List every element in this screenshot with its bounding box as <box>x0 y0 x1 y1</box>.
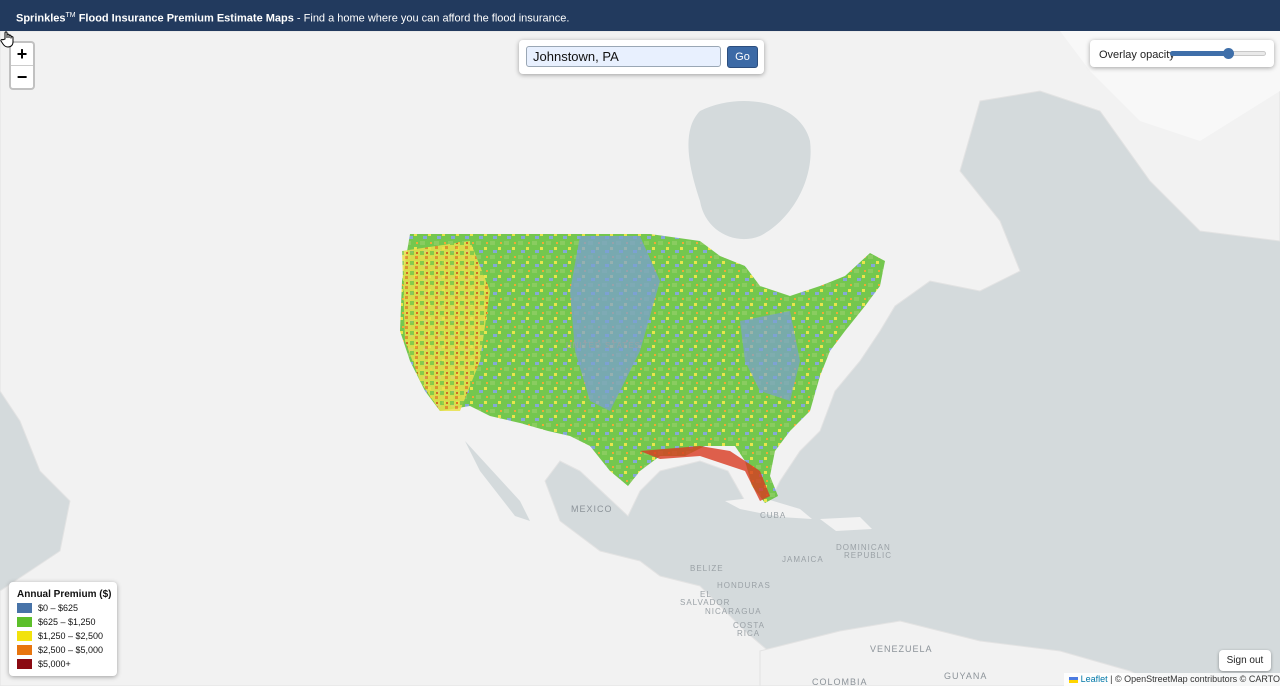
search-control: Go <box>519 40 764 74</box>
slider-fill <box>1170 51 1228 56</box>
app-title: Flood Insurance Premium Estimate Maps <box>75 12 294 25</box>
label-belize: BELIZE <box>690 564 724 573</box>
label-dominican-2: REPUBLIC <box>844 551 893 560</box>
leaflet-link[interactable]: Leaflet <box>1081 674 1108 684</box>
legend-label: $5,000+ <box>38 659 71 669</box>
legend-label: $625 – $1,250 <box>38 617 96 627</box>
legend-title: Annual Premium ($) <box>17 589 112 600</box>
label-honduras: HONDURAS <box>717 581 771 590</box>
label-united-states: UNITED STATES <box>566 341 641 350</box>
legend-item: $5,000+ <box>17 659 71 670</box>
legend-swatch <box>17 617 32 627</box>
app-tagline: - Find a home where you can afford the f… <box>293 12 570 25</box>
map-view[interactable]: UNITED STATES MEXICO CUBA JAMAICA DOMINI… <box>0 31 1280 686</box>
opacity-label: Overlay opacity <box>1099 49 1175 61</box>
label-jamaica: JAMAICA <box>782 555 824 564</box>
label-guyana: GUYANA <box>944 671 988 681</box>
zoom-out-button[interactable]: − <box>11 65 33 88</box>
opacity-slider[interactable] <box>1170 48 1266 59</box>
search-input[interactable] <box>526 46 721 67</box>
legend-swatch <box>17 659 32 669</box>
hispaniola-island <box>820 517 872 531</box>
legend: Annual Premium ($) $0 – $625 $625 – $1,2… <box>9 582 117 676</box>
ukraine-flag-icon <box>1068 676 1078 683</box>
label-venezuela: VENEZUELA <box>870 644 933 654</box>
hand-cursor-icon <box>0 31 14 48</box>
legend-item: $0 – $625 <box>17 603 78 614</box>
label-costa-rica-2: RICA <box>737 629 761 638</box>
legend-label: $2,500 – $5,000 <box>38 645 104 655</box>
legend-item: $1,250 – $2,500 <box>17 631 103 642</box>
legend-item: $2,500 – $5,000 <box>17 645 103 656</box>
label-mexico: MEXICO <box>571 504 613 514</box>
app-header: SprinklesTM Flood Insurance Premium Esti… <box>0 0 1280 31</box>
map-attribution: Leaflet | © OpenStreetMap contributors ©… <box>1063 673 1280 686</box>
legend-swatch <box>17 645 32 655</box>
legend-item: $625 – $1,250 <box>17 617 96 628</box>
sign-out-button[interactable]: Sign out <box>1219 650 1271 671</box>
label-el-salvador-2: SALVADOR <box>680 598 731 607</box>
brand-name: Sprinkles <box>16 12 66 25</box>
trademark: TM <box>65 12 76 19</box>
slider-thumb[interactable] <box>1222 48 1234 59</box>
label-cuba: CUBA <box>760 511 787 520</box>
go-button[interactable]: Go <box>727 46 758 68</box>
opacity-control: Overlay opacity <box>1090 40 1274 67</box>
label-nicaragua: NICARAGUA <box>705 607 762 616</box>
legend-label: $0 – $625 <box>38 603 79 613</box>
legend-swatch <box>17 603 32 613</box>
legend-swatch <box>17 631 32 641</box>
legend-label: $1,250 – $2,500 <box>38 631 104 641</box>
label-colombia: COLOMBIA <box>812 677 868 686</box>
basemap <box>0 31 1280 686</box>
attribution-text: | © OpenStreetMap contributors © CARTO <box>1107 674 1280 684</box>
